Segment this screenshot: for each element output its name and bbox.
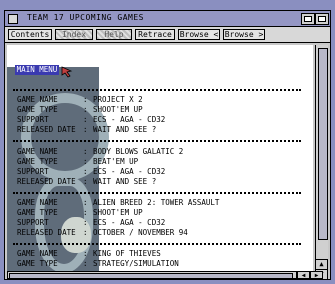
title-bar[interactable]: TEAM 17 UPCOMING GAMES bbox=[5, 11, 330, 27]
entry-row: GAME TYPE: SHOOT'EM UP bbox=[17, 208, 143, 217]
horizontal-scrollbar[interactable] bbox=[7, 271, 297, 279]
horizontal-scroll-knob[interactable] bbox=[9, 273, 293, 279]
document-view[interactable]: MAIN MENU GAME NAME: PROJECT X 2 GAME TYP… bbox=[7, 45, 313, 275]
main-menu-link[interactable]: MAIN MENU bbox=[15, 65, 59, 75]
field-label: GAME TYPE bbox=[17, 157, 58, 166]
field-label: GAME TYPE bbox=[17, 105, 58, 114]
help-button[interactable]: Help bbox=[96, 29, 132, 40]
window-title: TEAM 17 UPCOMING GAMES bbox=[27, 13, 144, 22]
field-label: RELEASED DATE bbox=[17, 177, 76, 186]
entry-row: GAME NAME: PROJECT X 2 bbox=[17, 95, 143, 104]
entry-row: RELEASED DATE: WAIT AND SEE ? bbox=[17, 125, 157, 134]
field-label: RELEASED DATE bbox=[17, 228, 76, 237]
browse-prev-button[interactable]: Browse < bbox=[178, 29, 220, 40]
field-value: SHOOT'EM UP bbox=[93, 208, 143, 217]
field-label: GAME NAME bbox=[17, 249, 58, 258]
field-label: GAME TYPE bbox=[17, 208, 58, 217]
entry-row: SUPPORT: ECS - AGA - CD32 bbox=[17, 115, 166, 124]
field-value: OCTOBER / NOVEMBER 94 bbox=[93, 228, 188, 237]
mouse-pointer-icon bbox=[61, 66, 73, 78]
separator-line bbox=[13, 140, 301, 142]
field-value: BODY BLOWS GALATIC 2 bbox=[93, 147, 184, 156]
field-label: GAME TYPE bbox=[17, 259, 58, 268]
close-icon[interactable] bbox=[8, 14, 18, 24]
field-value: BEAT'EM UP bbox=[93, 157, 139, 166]
field-value: SHOOT'EM UP bbox=[93, 105, 143, 114]
separator-line bbox=[13, 192, 301, 194]
field-value: ECS - AGA - CD32 bbox=[93, 115, 166, 124]
browse-next-button[interactable]: Browse > bbox=[223, 29, 265, 40]
field-label: SUPPORT bbox=[17, 218, 49, 227]
entry-row: SUPPORT: ECS - AGA - CD32 bbox=[17, 167, 166, 176]
entry-row: GAME TYPE: BEAT'EM UP bbox=[17, 157, 139, 166]
entry-row: RELEASED DATE: WAIT AND SEE ? bbox=[17, 177, 157, 186]
entry-row: GAME NAME: BODY BLOWS GALATIC 2 bbox=[17, 147, 184, 156]
scroll-left-icon[interactable]: ◀ bbox=[297, 271, 310, 279]
index-button[interactable]: Index bbox=[55, 29, 93, 40]
vertical-scroll-knob[interactable] bbox=[318, 48, 328, 240]
field-label: GAME NAME bbox=[17, 198, 58, 207]
field-label: SUPPORT bbox=[17, 167, 49, 176]
field-value: KING OF THIEVES bbox=[93, 249, 161, 258]
entry-row: RELEASED DATE: OCTOBER / NOVEMBER 94 bbox=[17, 228, 188, 237]
field-value: ECS - AGA - CD32 bbox=[93, 167, 166, 176]
entry-row: GAME NAME: ALIEN BREED 2: TOWER ASSAULT bbox=[17, 198, 220, 207]
entry-row: SUPPORT: ECS - AGA - CD32 bbox=[17, 218, 166, 227]
separator-line bbox=[13, 89, 301, 91]
field-value: STRATEGY/SIMULATION bbox=[93, 259, 179, 268]
field-label: GAME NAME bbox=[17, 95, 58, 104]
field-value: ECS - AGA - CD32 bbox=[93, 218, 166, 227]
field-value: WAIT AND SEE ? bbox=[93, 125, 157, 134]
retrace-button[interactable]: Retrace bbox=[135, 29, 175, 40]
field-label: RELEASED DATE bbox=[17, 125, 76, 134]
entry-row: GAME NAME: KING OF THIEVES bbox=[17, 249, 161, 258]
contents-button[interactable]: Contents bbox=[8, 29, 52, 40]
depth-icon[interactable] bbox=[315, 13, 329, 25]
field-value: ALIEN BREED 2: TOWER ASSAULT bbox=[93, 198, 220, 207]
entry-row: GAME TYPE: STRATEGY/SIMULATION bbox=[17, 259, 179, 268]
toolbar: Contents Index Help Retrace Browse < Bro… bbox=[5, 27, 330, 43]
field-label: SUPPORT bbox=[17, 115, 49, 124]
zoom-icon[interactable] bbox=[301, 13, 315, 25]
field-label: GAME NAME bbox=[17, 147, 58, 156]
amigaguide-window: TEAM 17 UPCOMING GAMES Contents Index He… bbox=[4, 10, 331, 280]
field-value: WAIT AND SEE ? bbox=[93, 177, 157, 186]
field-value: PROJECT X 2 bbox=[93, 95, 143, 104]
entry-row: GAME TYPE: SHOOT'EM UP bbox=[17, 105, 143, 114]
scroll-right-icon[interactable]: ▶ bbox=[310, 271, 323, 279]
vertical-scrollbar[interactable] bbox=[315, 45, 328, 259]
separator-line bbox=[13, 243, 301, 245]
